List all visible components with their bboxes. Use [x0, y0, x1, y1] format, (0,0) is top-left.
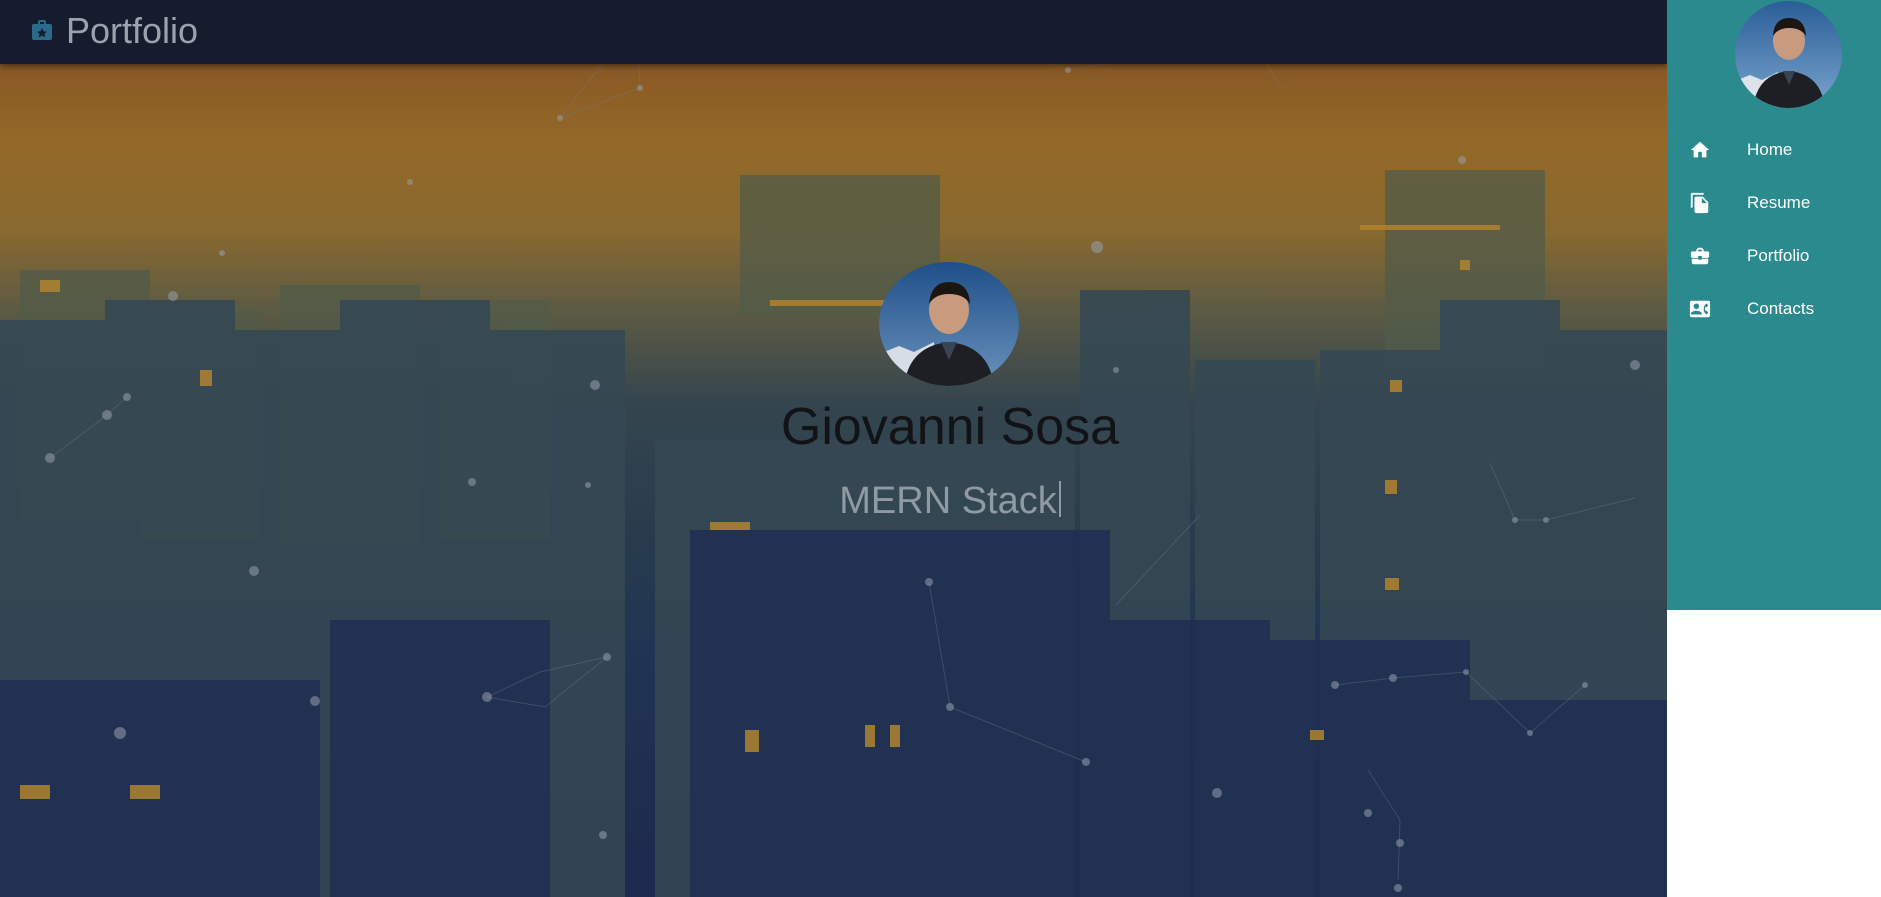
contact-card-icon	[1687, 296, 1713, 322]
sidebar-nav: Home Resume Portfolio Contacts	[1667, 123, 1881, 335]
sidebar-item-label: Home	[1747, 139, 1793, 159]
profile-avatar	[879, 262, 1019, 386]
home-icon	[1687, 137, 1713, 163]
sidebar-item-label: Portfolio	[1747, 245, 1810, 265]
sidebar-item-portfolio[interactable]: Portfolio	[1667, 229, 1881, 282]
top-app-bar: Portfolio	[0, 0, 1667, 64]
sidebar-item-resume[interactable]: Resume	[1667, 176, 1881, 229]
sidebar-item-label: Resume	[1747, 192, 1811, 212]
brand[interactable]: Portfolio	[30, 10, 198, 52]
typing-cursor	[1058, 481, 1061, 517]
sidebar-item-label: Contacts	[1747, 298, 1815, 318]
briefcase-icon	[1687, 243, 1713, 269]
app-title: Portfolio	[66, 10, 199, 51]
profile-name: Giovanni Sosa	[780, 398, 1120, 456]
sidebar-item-home[interactable]: Home	[1667, 123, 1881, 176]
sidebar-avatar	[1735, 1, 1842, 108]
sidebar-item-contacts[interactable]: Contacts	[1667, 282, 1881, 335]
sidebar-bottom-area	[1667, 610, 1881, 897]
portfolio-icon	[30, 19, 54, 43]
file-copy-icon	[1687, 190, 1713, 216]
profile-role: MERN Stack	[839, 480, 1057, 522]
profile-role-typewriter: MERN Stack	[700, 480, 1200, 523]
